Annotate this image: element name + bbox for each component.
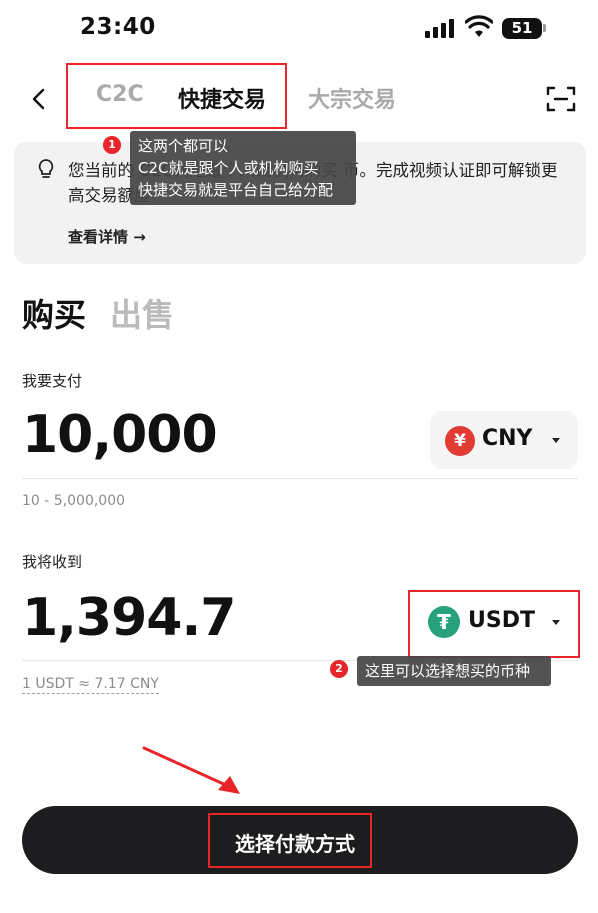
caret-down-icon — [552, 438, 560, 443]
buy-tab[interactable]: 购买 — [22, 290, 86, 336]
pay-label: 我要支付 — [22, 372, 83, 390]
annotation-tooltip-2: 这里可以选择想买的币种 — [357, 656, 551, 686]
select-payment-method-label: 选择付款方式 — [235, 832, 355, 856]
battery-tip — [543, 24, 546, 32]
annotation-line: 这两个都可以 — [138, 137, 229, 155]
annotation-badge-1: 1 — [103, 136, 121, 154]
exchange-rate-text: 1 USDT ≈ 7.17 CNY — [22, 676, 159, 694]
pay-amount-input[interactable]: 10,000 — [22, 405, 218, 465]
pay-currency-label: CNY — [482, 426, 533, 451]
tab-block-trade[interactable]: 大宗交易 — [308, 82, 396, 114]
lightbulb-icon — [38, 159, 54, 178]
receive-currency-select[interactable] — [408, 590, 580, 658]
sell-tab[interactable]: 出售 — [110, 290, 174, 336]
highlight-box-tabs — [66, 63, 287, 129]
divider — [22, 478, 578, 479]
signal-icon — [425, 18, 457, 38]
receive-label: 我将收到 — [22, 553, 83, 571]
back-arrow-icon[interactable] — [24, 84, 54, 114]
wifi-icon — [465, 15, 493, 37]
annotation-line: 这里可以选择想买的币种 — [365, 662, 531, 680]
annotation-line: 快捷交易就是平台自己给分配 — [138, 181, 334, 199]
annotation-tooltip-1: 这两个都可以 C2C就是跟个人或机构购买 快捷交易就是平台自己给分配 — [130, 131, 356, 205]
annotation-badge-2: 2 — [330, 660, 348, 678]
scan-icon[interactable] — [546, 85, 576, 113]
status-time: 23:40 — [80, 14, 156, 40]
view-details-link[interactable]: 查看详情 → — [68, 226, 146, 247]
red-arrow-icon — [142, 746, 240, 794]
annotation-line: C2C就是跟个人或机构购买 — [138, 159, 319, 177]
pay-range-text: 10 - 5,000,000 — [22, 493, 126, 509]
receive-amount: 1,394.7 — [22, 588, 236, 648]
cny-icon: ¥ — [445, 426, 475, 456]
battery-icon: 51 — [502, 18, 542, 39]
